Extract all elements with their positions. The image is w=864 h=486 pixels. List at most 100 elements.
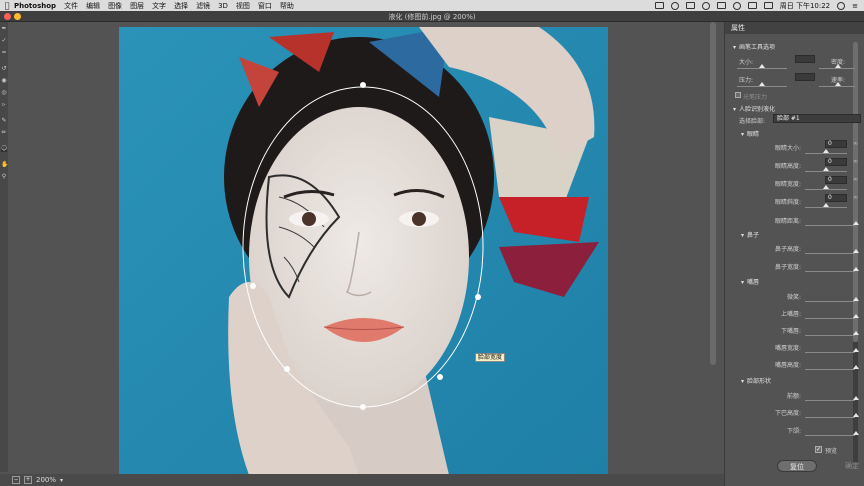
face-shape-section[interactable]: ▾ 脸部形状 bbox=[741, 376, 771, 385]
eye-distance-slider[interactable] bbox=[805, 225, 855, 226]
portrait-photo[interactable]: 脸部宽度 bbox=[119, 27, 608, 475]
nose-height-knob[interactable] bbox=[853, 249, 859, 253]
eye-tilt-slider[interactable] bbox=[805, 207, 847, 208]
spotlight-icon[interactable] bbox=[837, 1, 846, 10]
link-icon[interactable]: ∞ bbox=[853, 140, 858, 148]
eye-width-field[interactable]: 0 bbox=[825, 176, 847, 184]
menu-view[interactable]: 视图 bbox=[236, 1, 250, 11]
mouth-width-knob[interactable] bbox=[853, 348, 859, 352]
eye-distance-knob[interactable] bbox=[853, 221, 859, 225]
eye-width-slider[interactable] bbox=[805, 189, 847, 190]
preview-checkbox[interactable]: ✓ bbox=[815, 446, 822, 453]
eyes-section[interactable]: ▾ 眼睛 bbox=[741, 129, 759, 138]
smooth-tool-icon[interactable]: ≈ bbox=[1, 50, 7, 56]
thaw-mask-tool-icon[interactable]: ✏ bbox=[1, 130, 7, 136]
brush-size-knob[interactable] bbox=[759, 64, 765, 68]
nose-width-knob[interactable] bbox=[853, 267, 859, 271]
zoom-out-button[interactable]: − bbox=[12, 476, 20, 484]
upper-lip-slider[interactable] bbox=[805, 318, 855, 319]
select-face-dropdown[interactable]: 脸部 #1 bbox=[773, 114, 861, 123]
face-width-handle-right[interactable] bbox=[475, 294, 481, 300]
zoom-level[interactable]: 200% bbox=[36, 476, 56, 484]
face-tool-icon[interactable]: ☺ bbox=[1, 146, 7, 152]
jawline-handle-left[interactable] bbox=[284, 366, 290, 372]
zoom-dropdown-icon[interactable]: ▾ bbox=[60, 477, 63, 484]
jawline-knob[interactable] bbox=[853, 431, 859, 435]
display-icon[interactable] bbox=[685, 2, 695, 9]
reconstruct-tool-icon[interactable]: ✓ bbox=[1, 38, 7, 44]
battery-icon[interactable] bbox=[747, 2, 757, 9]
forehead-knob[interactable] bbox=[853, 396, 859, 400]
dropbox-icon[interactable] bbox=[654, 2, 664, 9]
link-icon[interactable]: ∞ bbox=[853, 194, 858, 202]
lower-lip-slider[interactable] bbox=[805, 335, 855, 336]
airplay-icon[interactable] bbox=[716, 2, 726, 9]
notification-center-icon[interactable]: ≡ bbox=[852, 2, 858, 10]
face-width-handle-left[interactable] bbox=[250, 283, 256, 289]
mouth-width-slider[interactable] bbox=[805, 352, 855, 353]
eye-width-knob[interactable] bbox=[823, 185, 829, 189]
eye-size-slider[interactable] bbox=[805, 153, 847, 154]
creative-cloud-icon[interactable] bbox=[670, 1, 679, 10]
pucker-tool-icon[interactable]: ◉ bbox=[1, 78, 7, 84]
reset-button[interactable]: 复位 bbox=[777, 460, 817, 472]
brush-size-field[interactable] bbox=[795, 55, 815, 63]
smile-knob[interactable] bbox=[853, 297, 859, 301]
jawline-slider[interactable] bbox=[805, 435, 855, 436]
smile-slider[interactable] bbox=[805, 301, 855, 302]
hand-tool-icon[interactable]: ✋ bbox=[1, 162, 8, 168]
clock[interactable]: 周日 下午10:22 bbox=[780, 1, 830, 11]
brush-options-section[interactable]: ▾ 画笔工具选项 bbox=[733, 42, 775, 51]
time-machine-icon[interactable] bbox=[701, 1, 710, 10]
menu-help[interactable]: 帮助 bbox=[280, 1, 294, 11]
menu-select[interactable]: 选择 bbox=[174, 1, 188, 11]
mouth-section[interactable]: ▾ 嘴唇 bbox=[741, 277, 759, 286]
eye-tilt-field[interactable]: 0 bbox=[825, 194, 847, 202]
brush-size-slider[interactable] bbox=[737, 68, 787, 69]
canvas-vertical-scrollbar[interactable] bbox=[710, 22, 716, 365]
eye-size-field[interactable]: 0 bbox=[825, 140, 847, 148]
menu-window[interactable]: 窗口 bbox=[258, 1, 272, 11]
menu-image[interactable]: 图像 bbox=[108, 1, 122, 11]
bloat-tool-icon[interactable]: ◎ bbox=[1, 90, 7, 96]
brush-density-slider[interactable] bbox=[819, 68, 855, 69]
jawline-handle-right[interactable] bbox=[437, 374, 443, 380]
nose-height-slider[interactable] bbox=[805, 253, 855, 254]
brush-rate-knob[interactable] bbox=[835, 82, 841, 86]
freeze-mask-tool-icon[interactable]: ✎ bbox=[1, 118, 7, 124]
menu-layer[interactable]: 图层 bbox=[130, 1, 144, 11]
apple-menu-icon[interactable]:  bbox=[0, 1, 14, 10]
twirl-tool-icon[interactable]: ↺ bbox=[1, 66, 7, 72]
chin-height-knob[interactable] bbox=[853, 413, 859, 417]
eye-height-field[interactable]: 0 bbox=[825, 158, 847, 166]
brush-pressure-knob[interactable] bbox=[759, 82, 765, 86]
menu-type[interactable]: 文字 bbox=[152, 1, 166, 11]
upper-lip-knob[interactable] bbox=[853, 314, 859, 318]
eye-height-knob[interactable] bbox=[823, 167, 829, 171]
eye-height-slider[interactable] bbox=[805, 171, 847, 172]
menu-3d[interactable]: 3D bbox=[218, 2, 228, 10]
app-menu[interactable]: Photoshop bbox=[14, 2, 56, 10]
mouth-height-slider[interactable] bbox=[805, 369, 855, 370]
brush-density-knob[interactable] bbox=[835, 64, 841, 68]
forehead-handle[interactable] bbox=[360, 82, 366, 88]
link-icon[interactable]: ∞ bbox=[853, 158, 858, 166]
menu-edit[interactable]: 编辑 bbox=[86, 1, 100, 11]
forehead-slider[interactable] bbox=[805, 400, 855, 401]
chin-handle[interactable] bbox=[360, 404, 366, 410]
wifi-icon[interactable] bbox=[732, 1, 741, 10]
menu-file[interactable]: 文件 bbox=[64, 1, 78, 11]
brush-pressure-field[interactable] bbox=[795, 73, 815, 81]
eye-tilt-knob[interactable] bbox=[823, 203, 829, 207]
stylus-pressure-checkbox[interactable] bbox=[735, 92, 741, 98]
menu-filter[interactable]: 滤镜 bbox=[196, 1, 210, 11]
face-aware-section[interactable]: ▾ 人脸识别液化 bbox=[733, 104, 775, 113]
input-source-icon[interactable] bbox=[763, 2, 773, 9]
ok-button[interactable]: 确定 bbox=[837, 460, 864, 472]
zoom-tool-icon[interactable]: ⚲ bbox=[1, 174, 7, 180]
zoom-in-button[interactable]: + bbox=[24, 476, 32, 484]
nose-width-slider[interactable] bbox=[805, 271, 855, 272]
eye-size-knob[interactable] bbox=[823, 149, 829, 153]
chin-height-slider[interactable] bbox=[805, 417, 855, 418]
forward-warp-tool-icon[interactable]: ✒ bbox=[1, 26, 7, 32]
